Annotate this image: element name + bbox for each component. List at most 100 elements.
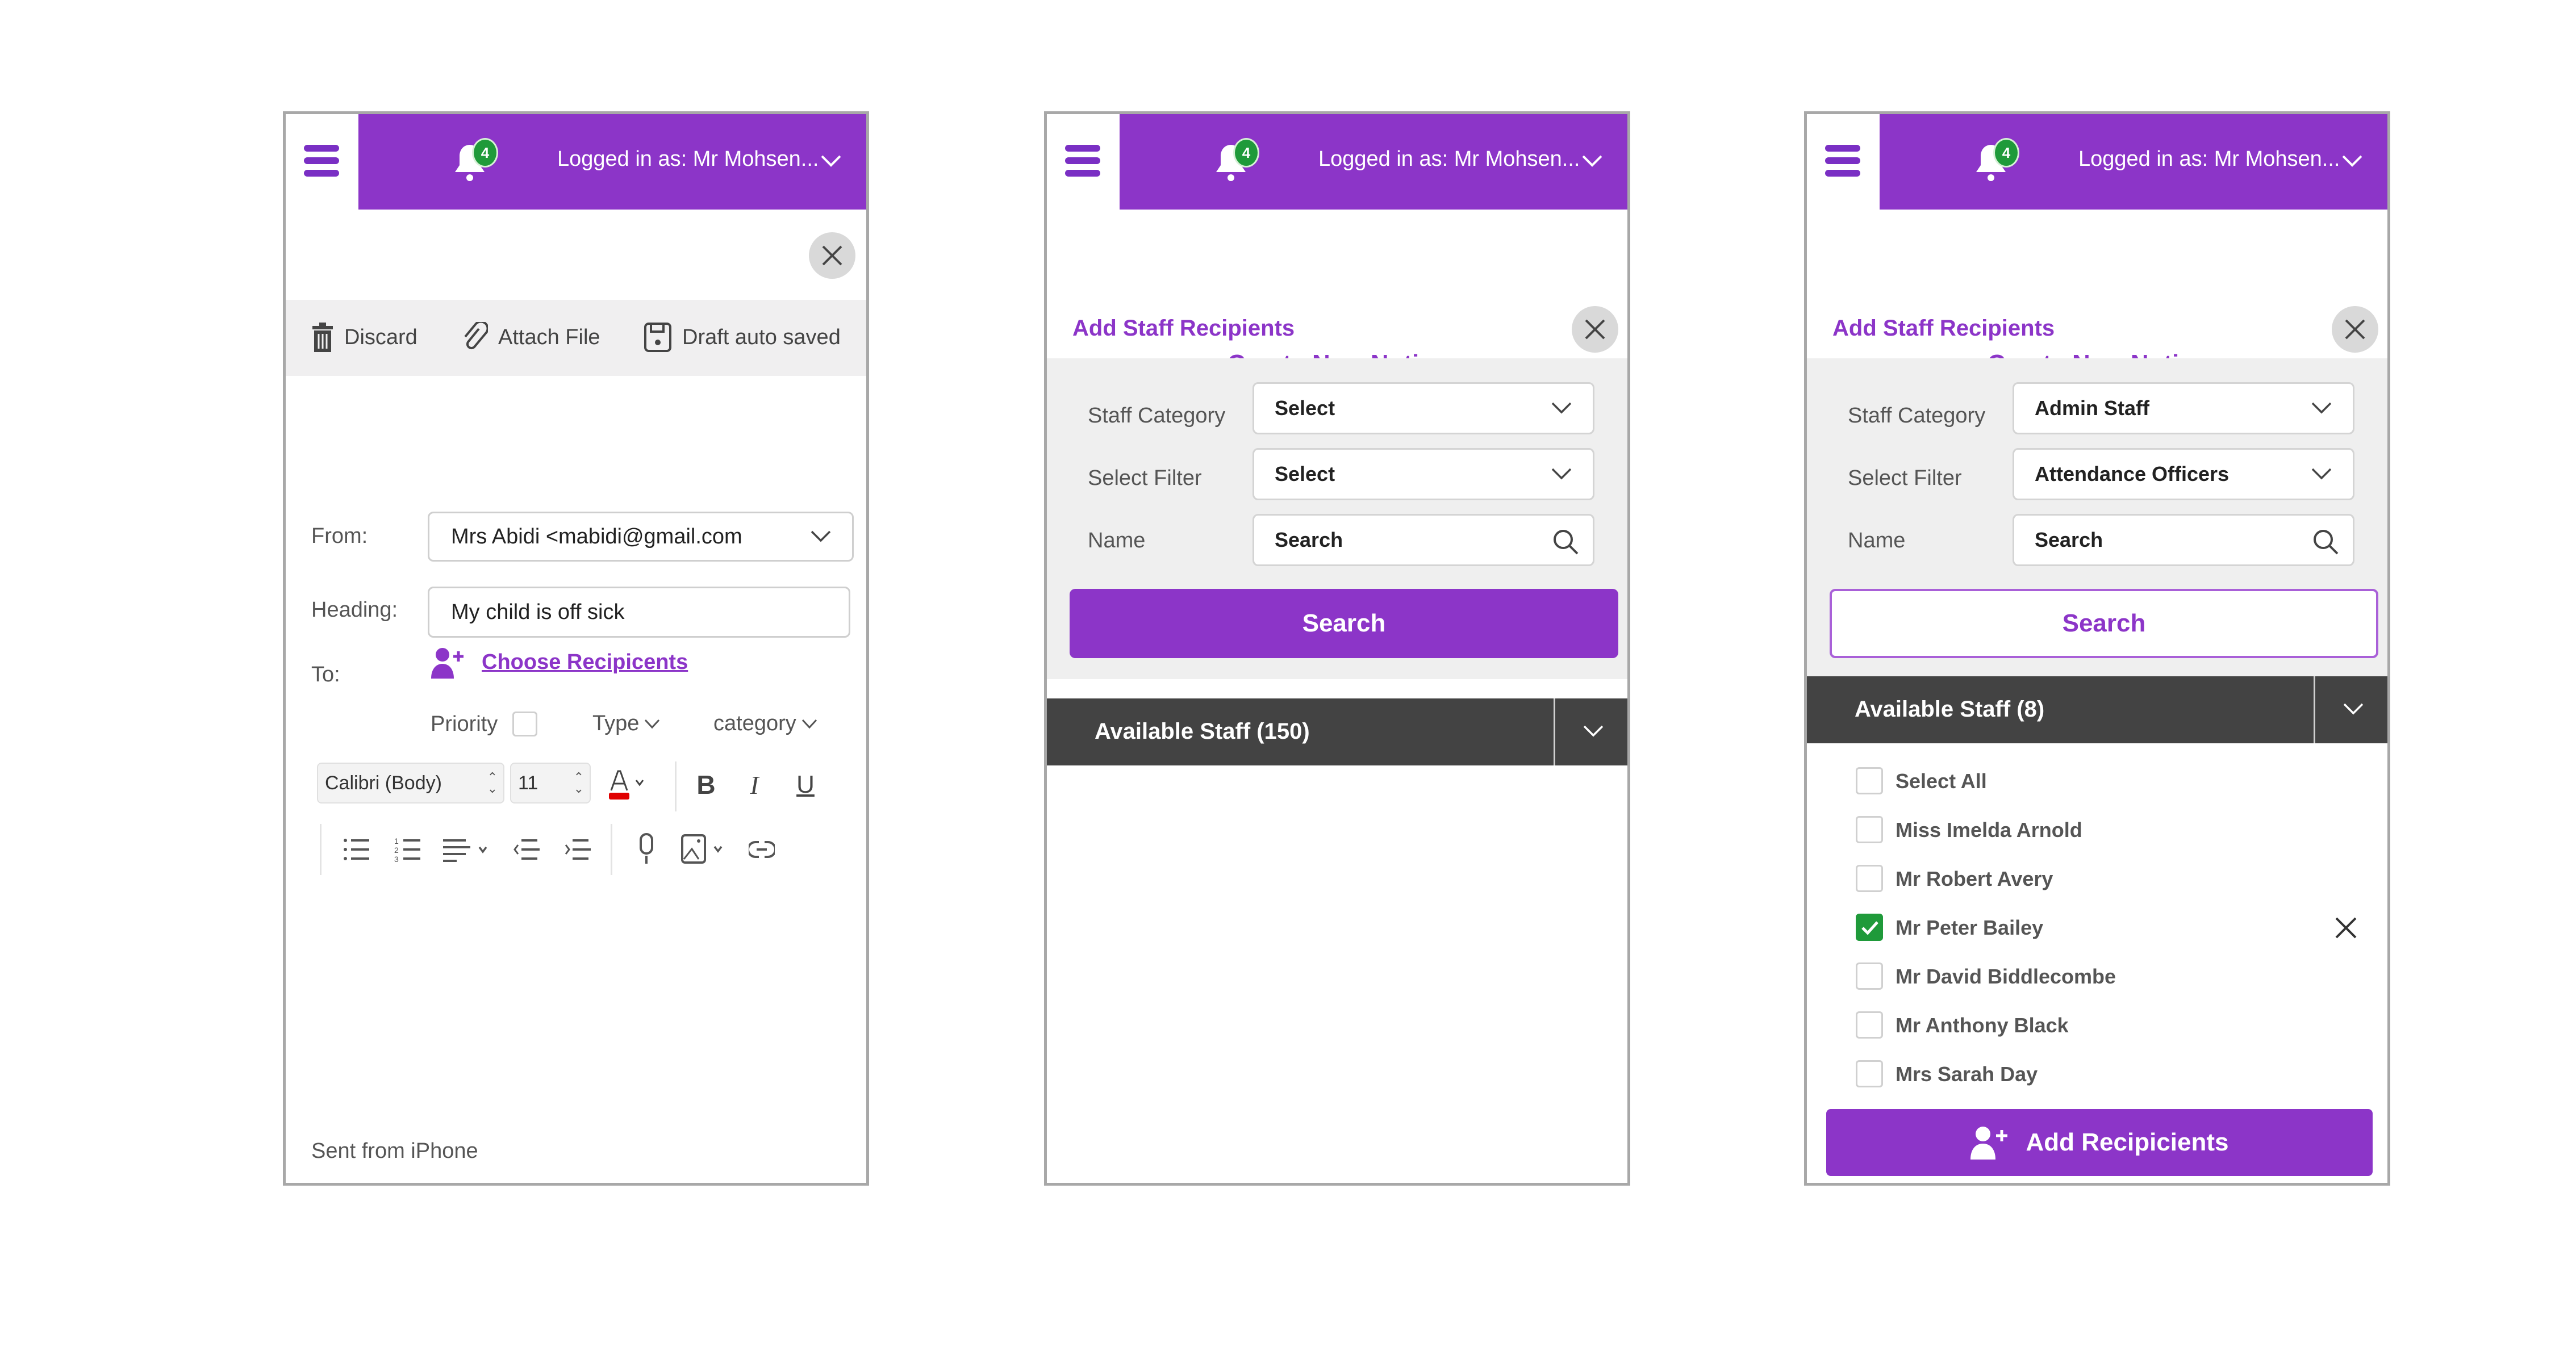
staff-row-selected[interactable]: Mr Peter Bailey <box>1807 908 2387 948</box>
staff-row[interactable]: Miss Imelda Arnold <box>1807 810 2387 850</box>
align-button[interactable] <box>439 832 496 867</box>
signature-text: Sent from iPhone <box>311 1139 478 1163</box>
to-label: To: <box>311 663 340 687</box>
staff-category-label: Staff Category <box>1848 404 1986 428</box>
close-icon <box>1585 319 1605 340</box>
available-staff-bar: Available Staff (8) <box>1807 676 2387 743</box>
checkbox[interactable] <box>1856 1011 1883 1039</box>
link-icon <box>749 841 775 858</box>
checkbox[interactable] <box>1856 816 1883 843</box>
close-button[interactable] <box>809 232 855 279</box>
staff-row[interactable]: Mr Robert Avery <box>1807 859 2387 899</box>
checkbox-checked[interactable] <box>1856 914 1883 941</box>
link-button[interactable] <box>745 832 779 867</box>
discard-button[interactable]: Discard <box>311 320 417 354</box>
notifications-button[interactable]: 4 <box>454 138 498 183</box>
name-search-input[interactable]: Search <box>2013 514 2354 566</box>
logged-in-label[interactable]: Logged in as: Mr Mohsen... <box>2078 147 2340 171</box>
staff-category-select[interactable]: Admin Staff <box>2013 382 2354 434</box>
checkbox[interactable] <box>1856 1060 1883 1087</box>
attach-file-label: Attach File <box>498 325 600 349</box>
insert-image-button[interactable] <box>678 831 734 867</box>
chevron-down-icon[interactable] <box>1581 153 1604 169</box>
logged-in-label[interactable]: Logged in as: Mr Mohsen... <box>1318 147 1580 171</box>
priority-option[interactable]: Priority <box>431 712 538 736</box>
chevron-down-icon[interactable] <box>2341 153 2364 169</box>
numbered-list-button[interactable]: 123 <box>391 832 425 867</box>
spinner-icon: ⌃ ⌄ <box>487 770 498 796</box>
name-label: Name <box>1848 529 1906 553</box>
chevron-down-icon <box>1583 725 1604 737</box>
logged-in-label[interactable]: Logged in as: Mr Mohsen... <box>557 147 819 171</box>
chevron-down-icon <box>2343 703 2364 715</box>
choose-recipients-link[interactable]: Choose Recipicents <box>482 650 688 675</box>
remove-icon[interactable] <box>2334 916 2358 940</box>
notifications-button[interactable]: 4 <box>1215 138 1259 183</box>
svg-text:2: 2 <box>394 846 399 855</box>
chevron-down-icon <box>811 530 831 542</box>
search-icon <box>2314 530 2339 555</box>
font-family-select[interactable]: Calibri (Body) ⌃ ⌄ <box>317 763 504 803</box>
from-label: From: <box>311 524 368 548</box>
attach-file-button[interactable]: Attach File <box>462 320 600 354</box>
indent-button[interactable] <box>561 832 595 867</box>
close-button[interactable] <box>2332 306 2378 353</box>
text-color-icon <box>609 770 644 800</box>
text-color-button[interactable] <box>604 766 649 803</box>
chevron-down-icon <box>801 719 817 729</box>
available-staff-label: Available Staff (8) <box>1855 697 2045 722</box>
hamburger-icon[interactable] <box>1065 144 1100 177</box>
notice-toolbar: Discard Attach File Draft auto saved <box>286 300 866 376</box>
chevron-down-icon[interactable] <box>820 153 842 169</box>
available-staff-toggle[interactable] <box>1555 698 1627 765</box>
staff-row[interactable]: Mrs Sarah Day <box>1807 1054 2387 1094</box>
microphone-button[interactable] <box>632 831 661 867</box>
select-filter-label: Select Filter <box>1848 466 1962 490</box>
save-icon <box>644 323 671 352</box>
name-label: Name <box>1088 529 1146 553</box>
category-dropdown[interactable]: category <box>713 712 818 736</box>
available-staff-toggle[interactable] <box>2315 676 2387 743</box>
add-recipients-button[interactable]: Add Recipicients <box>1826 1109 2373 1176</box>
notifications-button[interactable]: 4 <box>1975 138 2019 183</box>
priority-checkbox[interactable] <box>512 712 538 736</box>
name-search-input[interactable]: Search <box>1252 514 1594 566</box>
discard-label: Discard <box>344 325 417 349</box>
app-header: 4 Logged in as: Mr Mohsen... <box>1047 114 1627 210</box>
chevron-down-icon <box>1551 402 1572 414</box>
staff-category-select[interactable]: Select <box>1252 382 1594 434</box>
svg-text:1: 1 <box>394 836 399 846</box>
bold-button[interactable]: B <box>689 767 723 802</box>
hamburger-icon[interactable] <box>1825 144 1860 177</box>
font-size-select[interactable]: 11 ⌃ ⌄ <box>510 763 591 803</box>
bullet-list-button[interactable] <box>340 832 374 867</box>
select-filter-select[interactable]: Select <box>1252 448 1594 500</box>
select-filter-select[interactable]: Attendance Officers <box>2013 448 2354 500</box>
microphone-icon <box>640 833 653 864</box>
underline-button[interactable]: U <box>788 767 823 802</box>
checkbox[interactable] <box>1856 962 1883 990</box>
section-title: Add Staff Recipients <box>1072 316 1295 341</box>
spinner-icon: ⌃ ⌄ <box>573 770 584 796</box>
notification-badge: 4 <box>1993 138 2019 168</box>
close-icon <box>2345 319 2365 340</box>
staff-row[interactable]: Mr Anthony Black <box>1807 1006 2387 1045</box>
select-filter-label: Select Filter <box>1088 466 1202 490</box>
hamburger-icon[interactable] <box>304 144 339 177</box>
close-button[interactable] <box>1572 306 1618 353</box>
search-button[interactable]: Search <box>1070 589 1618 658</box>
staff-filter-panel: Staff Category Select Select Filter Sele… <box>1047 358 1627 679</box>
from-select[interactable]: Mrs Abidi <mabidi@gmail.com <box>428 512 854 562</box>
available-staff-bar: Available Staff (150) <box>1047 698 1627 765</box>
svg-text:3: 3 <box>394 855 399 863</box>
type-dropdown[interactable]: Type <box>592 712 661 736</box>
select-all-row[interactable]: Select All <box>1807 761 2387 801</box>
checkbox[interactable] <box>1856 865 1883 892</box>
heading-input[interactable]: My child is off sick <box>428 587 850 638</box>
search-button[interactable]: Search <box>1830 589 2378 658</box>
screen-add-staff-results: 4 Logged in as: Mr Mohsen... Create New … <box>1804 111 2390 1186</box>
italic-button[interactable]: I <box>737 767 771 802</box>
checkbox[interactable] <box>1856 767 1883 794</box>
outdent-button[interactable] <box>510 832 544 867</box>
staff-row[interactable]: Mr David Biddlecombe <box>1807 957 2387 997</box>
